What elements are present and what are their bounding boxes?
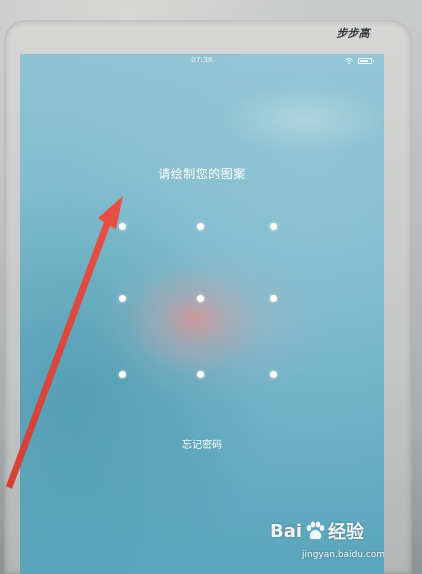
brand-logo-mark: 步步高 — [337, 27, 372, 40]
pattern-dot-6[interactable] — [269, 294, 277, 302]
lock-screen: 07:36 请绘制您的图案 忘记密码 — [20, 54, 384, 574]
pattern-dot-2[interactable] — [196, 222, 204, 230]
pattern-dot-1[interactable] — [118, 222, 126, 230]
pattern-grid[interactable] — [20, 54, 384, 574]
pattern-dot-7[interactable] — [118, 370, 126, 378]
pattern-dot-5[interactable] — [196, 294, 204, 302]
brand-logo: 步步高 — [326, 26, 380, 40]
forgot-password-label: 忘记密码 — [182, 440, 222, 451]
pattern-dot-8[interactable] — [196, 370, 204, 378]
pattern-dot-3[interactable] — [269, 222, 277, 230]
forgot-password-link[interactable]: 忘记密码 — [20, 436, 384, 451]
pattern-dot-4[interactable] — [118, 294, 126, 302]
brand-logo-text: 步步高 — [337, 27, 372, 40]
pattern-dot-9[interactable] — [269, 370, 277, 378]
